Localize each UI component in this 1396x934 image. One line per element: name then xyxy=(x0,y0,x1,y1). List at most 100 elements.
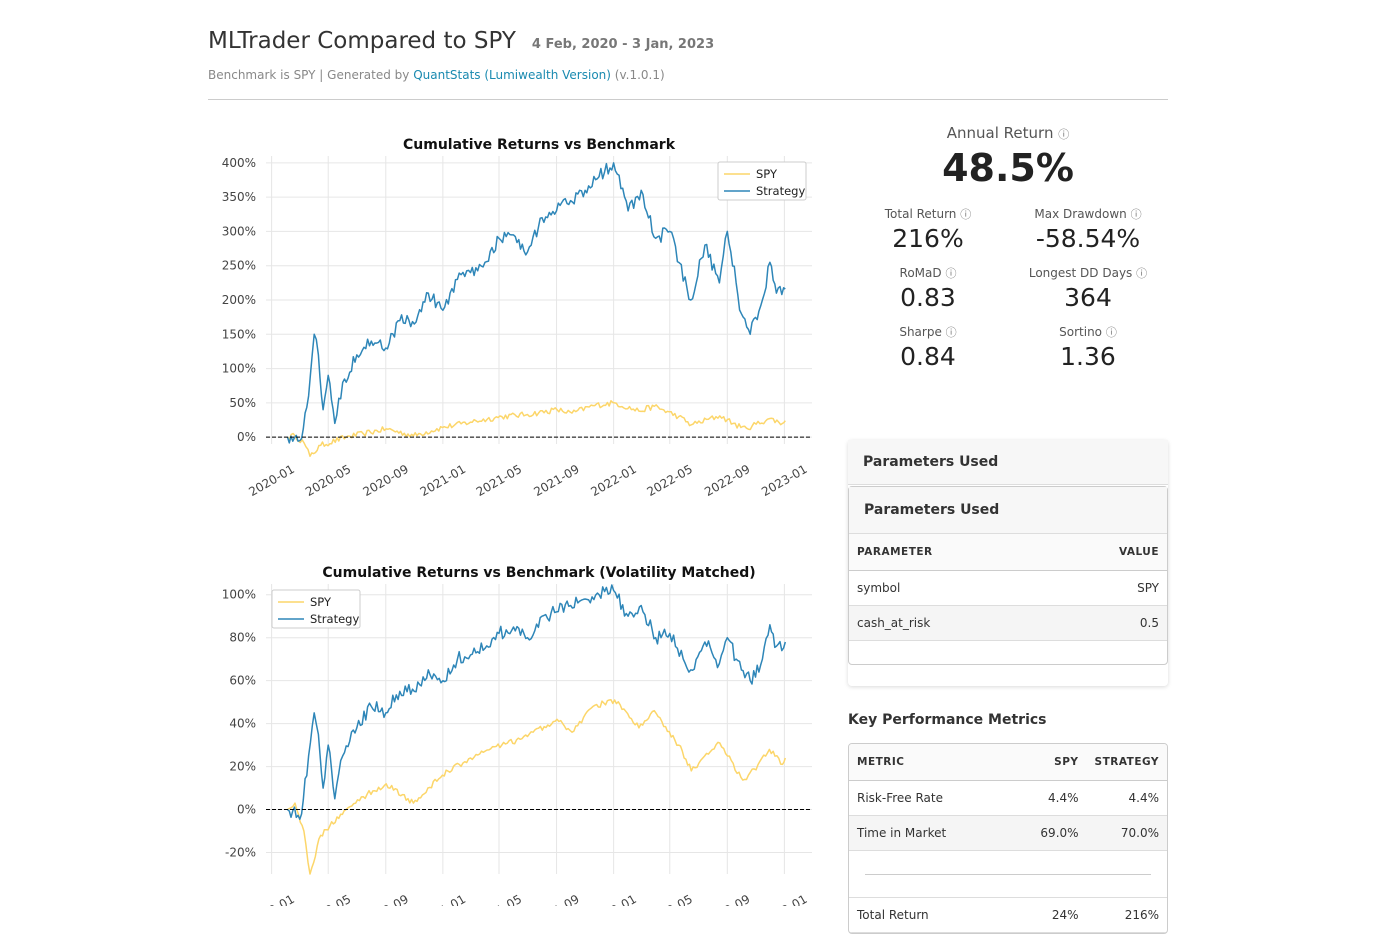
stat-label: Total Return xyxy=(884,207,957,221)
info-icon[interactable]: ⓘ xyxy=(960,208,971,221)
x-tick-label: 2022-01 xyxy=(588,892,638,906)
cumulative-returns-chart: Cumulative Returns vs Benchmark 0% 50% 100%… xyxy=(208,128,828,508)
y-tick-label: 100% xyxy=(222,362,256,376)
series-line-spy xyxy=(287,699,787,875)
parameters-card-header[interactable]: Parameters Used xyxy=(848,440,1168,485)
param-value: SPY xyxy=(1046,570,1167,606)
series-line-spy xyxy=(286,400,786,458)
stat-value: 364 xyxy=(1064,283,1112,312)
metric-spy: 4.4% xyxy=(1010,780,1087,816)
table-row: Risk-Free Rate 4.4% 4.4% xyxy=(849,780,1167,816)
stat-max-drawdown: Max Drawdown ⓘ -58.54% xyxy=(1008,206,1168,253)
series-line-strategy xyxy=(286,162,786,444)
info-icon[interactable]: ⓘ xyxy=(1131,208,1142,221)
stat-sortino: Sortino ⓘ 1.36 xyxy=(1008,324,1168,371)
stat-label: Max Drawdown xyxy=(1034,207,1127,221)
parameters-card: Parameters Used Parameters Used PARAMETE… xyxy=(848,440,1168,686)
cumulative-returns-svg: Cumulative Returns vs Benchmark 0% 50% 100%… xyxy=(222,137,812,499)
y-tick-label: 100% xyxy=(222,588,256,602)
parameters-table-panel: Parameters Used PARAMETER VALUE symbol S… xyxy=(848,486,1168,665)
quantstats-link[interactable]: QuantStats (Lumiwealth Version) xyxy=(413,68,611,82)
metric-strategy: 70.0% xyxy=(1086,815,1167,851)
subtitle: Benchmark is SPY | Generated by QuantSta… xyxy=(208,68,1168,82)
column-header: VALUE xyxy=(1046,534,1167,571)
legend-label: SPY xyxy=(756,167,778,181)
x-tick-label: 2022-09 xyxy=(702,462,752,499)
stat-longest-dd-days: Longest DD Days ⓘ 364 xyxy=(1008,265,1168,312)
chart-title: Cumulative Returns vs Benchmark (Volatil… xyxy=(322,565,755,581)
y-tick-label: 0% xyxy=(237,430,256,444)
y-tick-label: 0% xyxy=(237,803,256,817)
parameters-table: PARAMETER VALUE symbol SPY cash_at_risk … xyxy=(849,534,1167,641)
table-row: symbol SPY xyxy=(849,570,1167,606)
info-icon[interactable]: ⓘ xyxy=(946,326,957,339)
info-icon[interactable]: ⓘ xyxy=(1106,326,1117,339)
legend: SPY Strategy xyxy=(271,589,361,629)
metric-name: Risk-Free Rate xyxy=(849,780,1011,816)
table-row: Time in Market 69.0% 70.0% xyxy=(849,815,1167,851)
table-separator-row xyxy=(849,850,1167,898)
kpm-table-panel: METRIC SPY STRATEGY Risk-Free Rate 4.4% … xyxy=(848,743,1168,934)
y-tick-label: 20% xyxy=(229,760,256,774)
x-tick-label: 2021-09 xyxy=(531,892,581,906)
x-tick-label: 2020-05 xyxy=(303,462,353,499)
stat-value: 0.84 xyxy=(900,342,956,371)
date-range: 4 Feb, 2020 - 3 Jan, 2023 xyxy=(531,37,715,52)
y-tick-label: 400% xyxy=(222,156,256,170)
series-line-strategy xyxy=(287,584,787,820)
x-tick-label: 2020-09 xyxy=(361,892,411,906)
info-icon[interactable]: ⓘ xyxy=(1136,267,1147,280)
stat-grid: Total Return ⓘ 216% Max Drawdown ⓘ -58.5… xyxy=(848,206,1168,371)
y-tick-label: 80% xyxy=(229,631,256,645)
info-icon[interactable]: ⓘ xyxy=(1058,128,1069,141)
param-name: symbol xyxy=(849,570,1047,606)
column-header: METRIC xyxy=(849,744,1011,781)
page-title: MLTrader Compared to SPY xyxy=(208,28,516,54)
y-tick-label: 300% xyxy=(222,224,256,238)
x-tick-label: 2022-01 xyxy=(588,462,638,499)
kpm-title: Key Performance Metrics xyxy=(848,712,1047,728)
column-header: SPY xyxy=(1010,744,1087,781)
x-tick-label: 2023-01 xyxy=(759,462,809,499)
y-tick-label: 200% xyxy=(222,293,256,307)
parameters-table-title: Parameters Used xyxy=(849,487,1167,534)
x-tick-label: 2021-01 xyxy=(418,462,468,499)
metric-name: Total Return xyxy=(849,897,1011,933)
annual-return-value: 48.5% xyxy=(942,146,1074,190)
x-tick-label: 2021-05 xyxy=(474,462,524,499)
x-tick-label: 2022-05 xyxy=(645,892,695,906)
volatility-matched-chart: Cumulative Returns vs Benchmark (Volatil… xyxy=(208,556,828,906)
stat-sharpe: Sharpe ⓘ 0.84 xyxy=(848,324,1008,371)
info-icon[interactable]: ⓘ xyxy=(945,267,956,280)
metric-spy: 69.0% xyxy=(1010,815,1087,851)
table-header-row: METRIC SPY STRATEGY xyxy=(849,744,1167,781)
x-tick-label: 2020-01 xyxy=(246,892,296,906)
stat-total-return: Total Return ⓘ 216% xyxy=(848,206,1008,253)
x-tick-label: 2021-05 xyxy=(474,892,524,906)
report-header: MLTrader Compared to SPY 4 Feb, 2020 - 3… xyxy=(208,28,1168,82)
x-tick-label: 2020-05 xyxy=(303,892,353,906)
stat-value: -58.54% xyxy=(1035,224,1141,253)
table-header-row: PARAMETER VALUE xyxy=(849,534,1167,571)
annual-return-label-text: Annual Return xyxy=(946,124,1054,142)
column-header: STRATEGY xyxy=(1086,744,1167,781)
stat-label: Longest DD Days xyxy=(1028,266,1133,280)
y-tick-label: 50% xyxy=(229,396,256,410)
x-tick-label: 2020-09 xyxy=(361,462,411,499)
volatility-matched-svg: Cumulative Returns vs Benchmark (Volatil… xyxy=(222,565,812,906)
subtitle-prefix: Benchmark is SPY | Generated by xyxy=(208,68,410,82)
stat-value: 0.83 xyxy=(900,283,956,312)
metric-name: Time in Market xyxy=(849,815,1011,851)
metric-spy: 24% xyxy=(1010,897,1087,933)
stat-value: 1.36 xyxy=(1060,342,1116,371)
metric-strategy: 4.4% xyxy=(1086,780,1167,816)
summary-panel: Annual Return ⓘ 48.5% Total Return ⓘ 216… xyxy=(848,124,1168,371)
stat-label: Sharpe xyxy=(899,325,942,339)
legend-label: Strategy xyxy=(756,184,805,198)
legend-label: SPY xyxy=(310,595,332,609)
header-divider xyxy=(208,99,1168,100)
column-header: PARAMETER xyxy=(849,534,1047,571)
chart-title: Cumulative Returns vs Benchmark xyxy=(403,137,676,153)
y-tick-label: 40% xyxy=(229,717,256,731)
kpm-table: METRIC SPY STRATEGY Risk-Free Rate 4.4% … xyxy=(849,744,1167,933)
